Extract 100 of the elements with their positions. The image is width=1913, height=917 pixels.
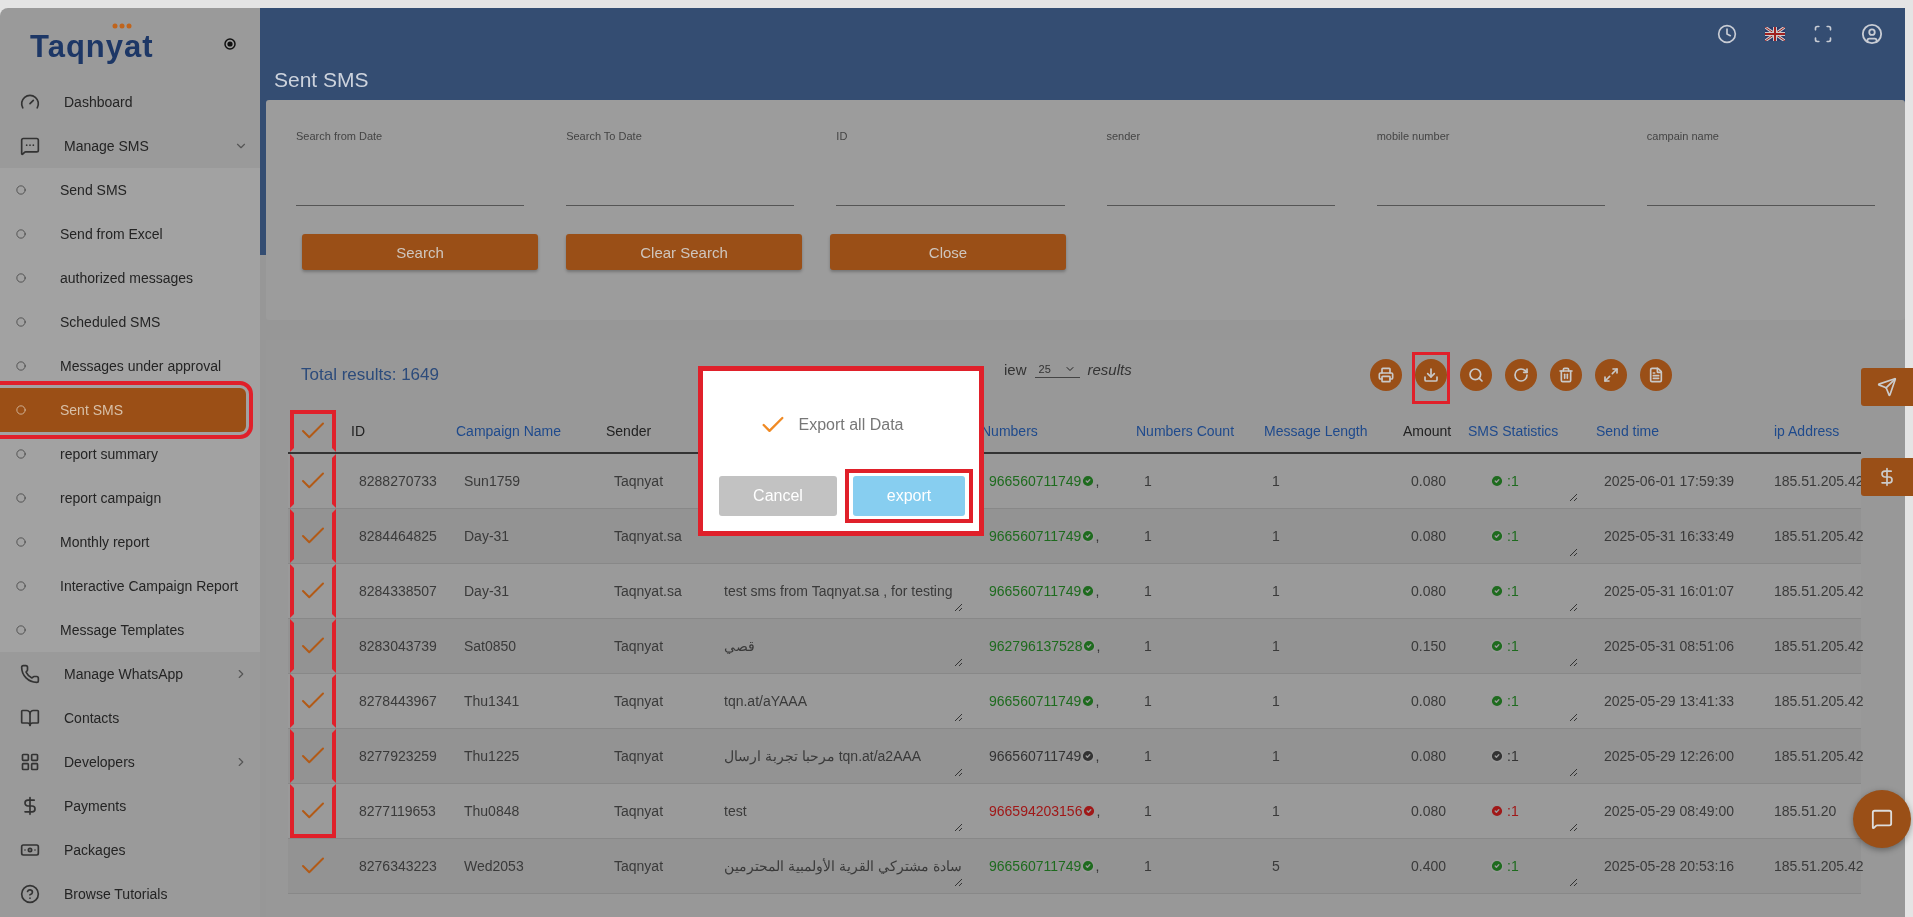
resize-grip-icon[interactable]: [954, 603, 963, 612]
table-cell-text: 185.51.205.42: [1773, 638, 1861, 654]
statistics-field[interactable]: :1: [1460, 839, 1588, 893]
clear-search-button[interactable]: Clear Search: [566, 234, 802, 270]
table-cell-text: 1: [1143, 748, 1153, 764]
sidebar-subitem[interactable]: Send from Excel: [0, 212, 246, 256]
table-cell-text: 1: [1271, 473, 1281, 489]
message-field[interactable]: test: [708, 784, 973, 838]
sidebar-subitem[interactable]: Send SMS: [0, 168, 246, 212]
resize-grip-icon[interactable]: [1569, 658, 1578, 667]
table-cell-text: 185.51.205.42: [1773, 693, 1861, 709]
table-cell-text: 8278443967: [358, 693, 438, 709]
check-circle-icon: [1081, 859, 1096, 873]
table-cell-text: 1: [1271, 638, 1281, 654]
resize-grip-icon[interactable]: [1569, 603, 1578, 612]
sidebar-item[interactable]: Payments: [0, 784, 260, 828]
resize-grip-icon[interactable]: [954, 878, 963, 887]
resize-grip-icon[interactable]: [1569, 548, 1578, 557]
sidebar-subitem[interactable]: authorized messages: [0, 256, 246, 300]
sidebar-subitem[interactable]: report campaign: [0, 476, 246, 520]
clock-icon[interactable]: [1717, 24, 1737, 44]
table-cell-text: 1: [1143, 473, 1153, 489]
table-cell-text: Taqnyat.sa: [613, 528, 683, 544]
search-button[interactable]: Search: [302, 234, 538, 270]
separator: ,: [1095, 693, 1100, 709]
payment-button[interactable]: [1861, 458, 1913, 496]
resize-grip-icon[interactable]: [1569, 823, 1578, 832]
sidebar-subitem[interactable]: report summary: [0, 432, 246, 476]
check-circle-icon: [1490, 584, 1504, 598]
filter-field[interactable]: mobile number: [1376, 130, 1605, 206]
sidebar-subitem[interactable]: Scheduled SMS: [0, 300, 246, 344]
column-header[interactable]: Message Length: [1256, 423, 1395, 439]
filter-field[interactable]: sender: [1106, 130, 1335, 206]
statistics-field[interactable]: :1: [1460, 454, 1588, 508]
refresh-icon[interactable]: [1504, 359, 1537, 391]
message-field[interactable]: test sms from Taqnyat.sa , for testing: [708, 564, 973, 618]
sidebar-item[interactable]: Packages: [0, 828, 260, 872]
table-cell-text: 1: [1143, 858, 1153, 874]
message-field[interactable]: مرحبا تجربة ارسال tqn.at/a2AAA: [708, 729, 973, 783]
resize-grip-icon[interactable]: [1569, 713, 1578, 722]
statistics-field[interactable]: :1: [1460, 729, 1588, 783]
sidebar-item[interactable]: Browse Tutorials: [0, 872, 260, 916]
resize-grip-icon[interactable]: [1569, 493, 1578, 502]
circle-icon: [16, 229, 26, 239]
filter-field[interactable]: Search from Date: [296, 130, 525, 206]
trash-icon[interactable]: [1549, 359, 1582, 391]
grid-icon: [20, 752, 40, 772]
statistics-field[interactable]: :1: [1460, 564, 1588, 618]
page-size-suffix: results: [1087, 360, 1132, 378]
flag-icon[interactable]: [1765, 27, 1785, 41]
resize-grip-icon[interactable]: [954, 823, 963, 832]
download-icon[interactable]: [1414, 359, 1447, 391]
filter-field[interactable]: campain name: [1646, 130, 1875, 206]
sidebar-item[interactable]: Dashboard: [0, 80, 260, 124]
sidebar-subitem[interactable]: Messages under approval: [0, 344, 246, 388]
search-icon[interactable]: [1459, 359, 1492, 391]
document-icon[interactable]: [1639, 359, 1672, 391]
sidebar-item[interactable]: Developers: [0, 740, 260, 784]
sidebar-item[interactable]: Contacts: [0, 696, 260, 740]
phone-number: 966560711749: [989, 748, 1082, 764]
expand-icon[interactable]: [1594, 359, 1627, 391]
column-header[interactable]: Send time: [1588, 423, 1766, 439]
sidebar-item[interactable]: Manage WhatsApp: [0, 652, 260, 696]
message-field[interactable]: tqn.at/aYAAA: [708, 674, 973, 728]
table-cell-text: 2025-05-29 13:41:33: [1603, 693, 1735, 709]
message-field[interactable]: قصي: [708, 619, 973, 673]
sidebar-subitem[interactable]: Message Templates: [0, 608, 246, 652]
resize-grip-icon[interactable]: [1569, 768, 1578, 777]
check-circle-icon: [1490, 474, 1504, 488]
resize-grip-icon[interactable]: [1569, 878, 1578, 887]
statistics-field[interactable]: :1: [1460, 784, 1588, 838]
user-icon[interactable]: [1861, 23, 1883, 45]
statistics-field[interactable]: :1: [1460, 674, 1588, 728]
sidebar-subitem[interactable]: Interactive Campaign Report: [0, 564, 246, 608]
message-field[interactable]: سادة مشتركي القرية الأولمبية المحترمين: [708, 839, 973, 893]
fullscreen-icon[interactable]: [1813, 24, 1833, 44]
check-circle-icon: [1490, 859, 1504, 873]
send-button[interactable]: [1861, 368, 1913, 406]
circle-icon: [16, 317, 26, 327]
column-header[interactable]: Campaign Name: [448, 423, 598, 439]
page-size-select[interactable]: 25: [1034, 360, 1080, 378]
resize-grip-icon[interactable]: [954, 658, 963, 667]
column-header[interactable]: SMS Statistics: [1460, 423, 1588, 439]
sidebar-subitem[interactable]: Monthly report: [0, 520, 246, 564]
radio-icon[interactable]: [224, 38, 236, 50]
column-header[interactable]: ip Address: [1766, 423, 1861, 439]
table-cell-text: 1: [1143, 693, 1153, 709]
sidebar-item[interactable]: Manage SMS: [0, 124, 260, 168]
column-header[interactable]: Numbers Count: [1128, 423, 1256, 439]
resize-grip-icon[interactable]: [954, 768, 963, 777]
separator: ,: [1095, 473, 1100, 489]
statistics-field[interactable]: :1: [1460, 619, 1588, 673]
table-cell-text: 8283043739: [358, 638, 438, 654]
resize-grip-icon[interactable]: [954, 713, 963, 722]
filter-field[interactable]: Search To Date: [566, 130, 795, 206]
print-icon[interactable]: [1369, 359, 1402, 391]
table-cell-text: 0.150: [1410, 638, 1448, 654]
filter-field[interactable]: ID: [836, 130, 1065, 206]
statistics-field[interactable]: :1: [1460, 509, 1588, 563]
close-button[interactable]: Close: [830, 234, 1066, 270]
